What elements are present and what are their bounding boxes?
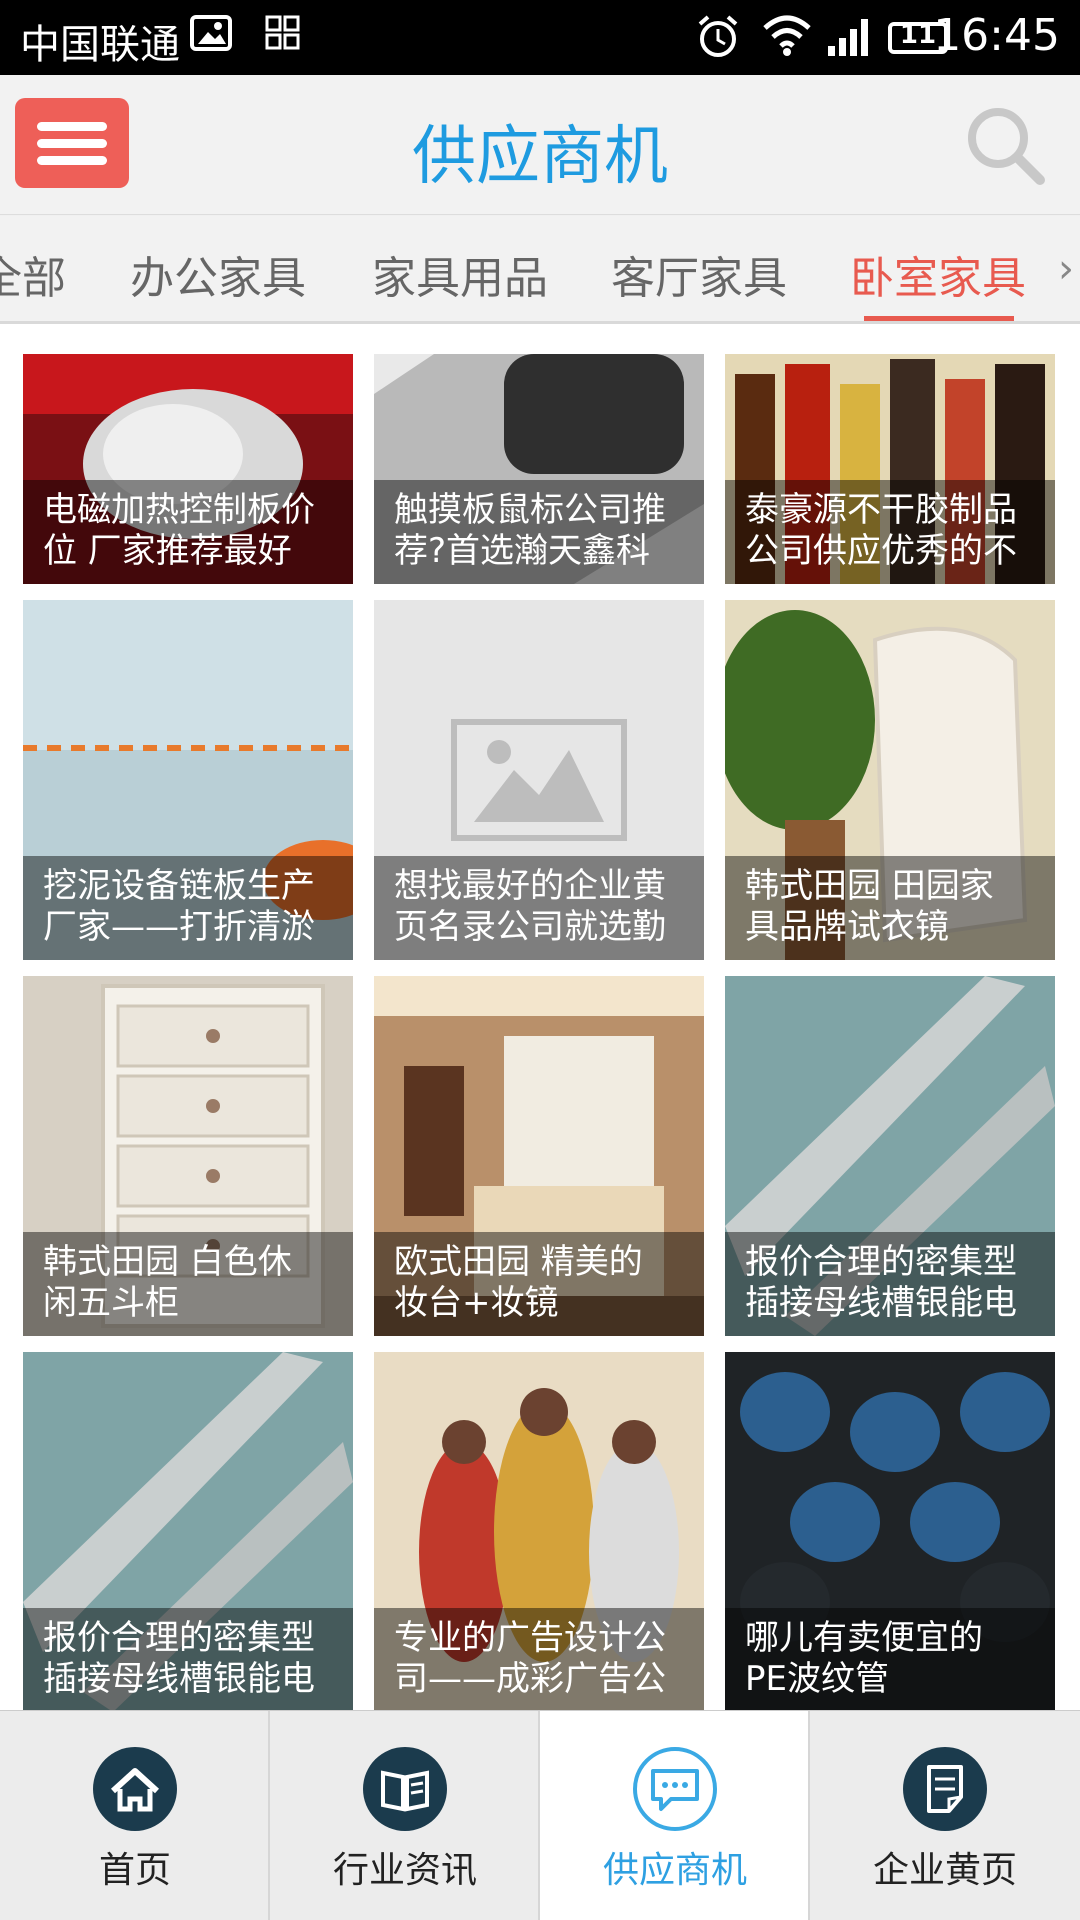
product-caption: 专业的广告设计公 司——成彩广告公 [374,1608,704,1710]
product-caption: 报价合理的密集型 插接母线槽银能电 [725,1232,1055,1336]
product-card[interactable]: 报价合理的密集型 插接母线槽银能电 [725,976,1055,1336]
nav-label: 首页 [98,1850,171,1891]
product-caption: 挖泥设备链板生产 厂家——打折清淤 [23,856,353,960]
product-card[interactable]: 哪儿有卖便宜的 PE波纹管 [725,1352,1055,1710]
product-caption: 韩式田园 白色休 闲五斗柜 [23,1232,353,1336]
product-caption: 欧式田园 精美的 妆台+妆镜 [374,1232,704,1336]
product-caption: 报价合理的密集型 插接母线槽银能电 [23,1608,353,1710]
clock: 16:45 [933,10,1060,61]
chevron-right-icon[interactable]: › [1058,246,1074,292]
bottom-navigation: 首页 行业资讯 供应商机 企业黄页 [0,1710,1080,1920]
tab-home-supplies[interactable]: 家具用品 [372,242,548,306]
apps-notification-icon [265,15,300,50]
page-title: 供应商机 [412,120,668,194]
category-tabs: 全部 办公家具 家具用品 客厅家具 卧室家具 › [0,216,1080,324]
nav-industry-news[interactable]: 行业资讯 [270,1711,540,1920]
carrier-name: 中国联通 [20,22,180,68]
product-caption: 韩式田园 田园家 具品牌试衣镜 [725,856,1055,960]
product-card[interactable]: 报价合理的密集型 插接母线槽银能电 [23,1352,353,1710]
active-tab-indicator [864,316,1014,321]
product-caption: 想找最好的企业黄 页名录公司就选勤 [374,856,704,960]
product-card[interactable]: 想找最好的企业黄 页名录公司就选勤 [374,600,704,960]
tab-living-room[interactable]: 客厅家具 [611,242,787,306]
product-card[interactable]: 触摸板鼠标公司推 荐?首选瀚天鑫科 [374,354,704,584]
alarm-icon [698,15,738,57]
status-bar: 中国联通 11 16:45 [0,0,1080,75]
wifi-icon [763,15,811,56]
book-icon [363,1747,447,1831]
tab-bedroom[interactable]: 卧室家具 [850,242,1026,306]
search-icon[interactable] [960,100,1050,190]
nav-home[interactable]: 首页 [0,1711,270,1920]
product-caption: 泰豪源不干胶制品 公司供应优秀的不 [725,480,1055,584]
nav-label: 行业资讯 [332,1850,477,1891]
tab-office-furniture[interactable]: 办公家具 [130,242,306,306]
product-caption: 电磁加热控制板价位 厂家推荐最好 [23,480,353,584]
app-header: 供应商机 [0,75,1080,215]
product-card[interactable]: 专业的广告设计公 司——成彩广告公 [374,1352,704,1710]
signal-icon [828,19,868,56]
nav-label: 供应商机 [602,1850,747,1891]
chat-icon [633,1747,717,1831]
nav-business-directory[interactable]: 企业黄页 [810,1711,1080,1920]
nav-label: 企业黄页 [872,1850,1017,1891]
product-card[interactable]: 欧式田园 精美的 妆台+妆镜 [374,976,704,1336]
product-card[interactable]: 泰豪源不干胶制品 公司供应优秀的不 [725,354,1055,584]
product-card[interactable]: 韩式田园 白色休 闲五斗柜 [23,976,353,1336]
tab-all[interactable]: 全部 [0,242,66,306]
document-icon [903,1747,987,1831]
image-notification-icon [190,15,232,51]
product-card[interactable]: 挖泥设备链板生产 厂家——打折清淤 [23,600,353,960]
nav-supply-opportunities[interactable]: 供应商机 [540,1711,810,1920]
product-card[interactable]: 韩式田园 田园家 具品牌试衣镜 [725,600,1055,960]
product-grid: 电磁加热控制板价位 厂家推荐最好 触摸板鼠标公司推 荐?首选瀚天鑫科 泰豪源不干胶… [0,324,1080,1710]
product-caption: 哪儿有卖便宜的 PE波纹管 [725,1608,1055,1710]
home-icon [93,1747,177,1831]
product-caption: 触摸板鼠标公司推 荐?首选瀚天鑫科 [374,480,704,584]
product-card[interactable]: 电磁加热控制板价位 厂家推荐最好 [23,354,353,584]
